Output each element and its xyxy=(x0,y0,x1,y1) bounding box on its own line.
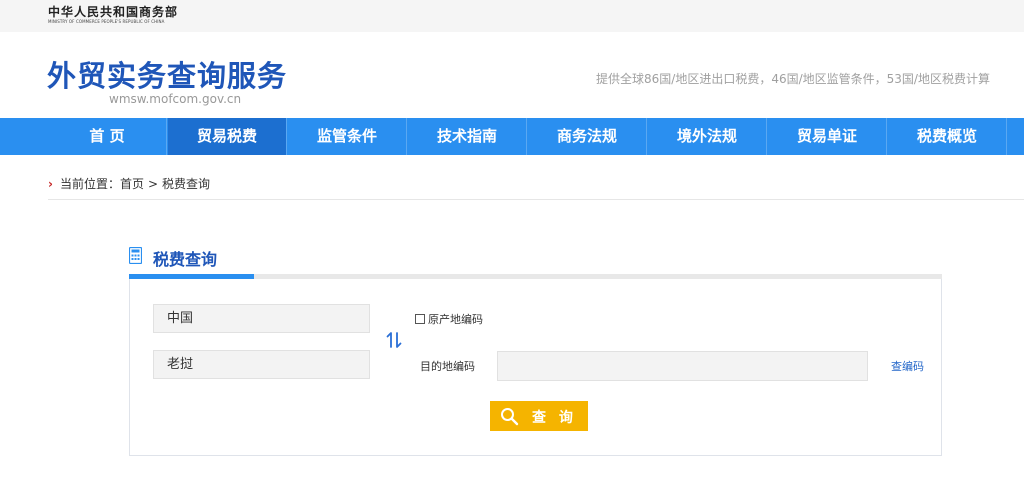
origin-code-checkbox[interactable]: 原产地编码 xyxy=(415,311,483,327)
ministry-name-cn[interactable]: 中华人民共和国商务部 xyxy=(48,3,178,20)
breadcrumb-separator: > xyxy=(147,177,159,191)
nav-item-technical-guide[interactable]: 技术指南 xyxy=(408,118,527,155)
search-button[interactable]: 查 询 xyxy=(490,401,588,431)
destination-code-input[interactable] xyxy=(497,351,868,381)
origin-code-checkbox-label: 原产地编码 xyxy=(428,313,483,326)
swap-arrows-icon[interactable] xyxy=(386,330,402,350)
breadcrumb: › 当前位置：首页 > 税费查询 xyxy=(48,175,210,192)
breadcrumb-arrow-icon: › xyxy=(48,177,53,191)
breadcrumb-current: 税费查询 xyxy=(162,177,211,191)
breadcrumb-divider xyxy=(48,199,1024,200)
lookup-code-link[interactable]: 查编码 xyxy=(891,358,924,374)
top-bar: 中华人民共和国商务部 MINISTRY OF COMMERCE PEOPLE'S… xyxy=(0,0,1024,32)
site-domain: wmsw.mofcom.gov.cn xyxy=(109,92,242,106)
search-button-label: 查 询 xyxy=(532,410,577,426)
nav-item-home[interactable]: 首 页 xyxy=(48,118,167,155)
origin-code-checkbox-box[interactable] xyxy=(415,314,425,324)
panel-title: 税费查询 xyxy=(153,250,218,269)
nav-item-trade-documents[interactable]: 贸易单证 xyxy=(768,118,887,155)
nav-item-commerce-law[interactable]: 商务法规 xyxy=(528,118,647,155)
ministry-name-en: MINISTRY OF COMMERCE PEOPLE'S REPUBLIC O… xyxy=(48,19,165,24)
breadcrumb-home-link[interactable]: 首页 xyxy=(120,177,144,191)
main-nav: 首 页 贸易税费 监管条件 技术指南 商务法规 境外法规 贸易单证 税费概览 xyxy=(0,118,1024,155)
nav-item-overseas-law[interactable]: 境外法规 xyxy=(648,118,767,155)
calculator-icon xyxy=(129,247,142,264)
nav-item-tax-overview[interactable]: 税费概览 xyxy=(888,118,1007,155)
destination-code-label: 目的地编码 xyxy=(420,360,475,373)
search-icon xyxy=(501,408,519,426)
nav-item-regulatory-conditions[interactable]: 监管条件 xyxy=(288,118,407,155)
site-title[interactable]: 外贸实务查询服务 xyxy=(47,53,287,95)
site-description: 提供全球86国/地区进出口税费，46国/地区监管条件，53国/地区税费计算 xyxy=(596,72,990,86)
breadcrumb-prefix: 当前位置： xyxy=(59,177,120,191)
destination-country-field[interactable]: 老挝 xyxy=(153,350,370,379)
nav-item-trade-tax[interactable]: 贸易税费 xyxy=(168,118,287,155)
origin-country-field[interactable]: 中国 xyxy=(153,304,370,333)
